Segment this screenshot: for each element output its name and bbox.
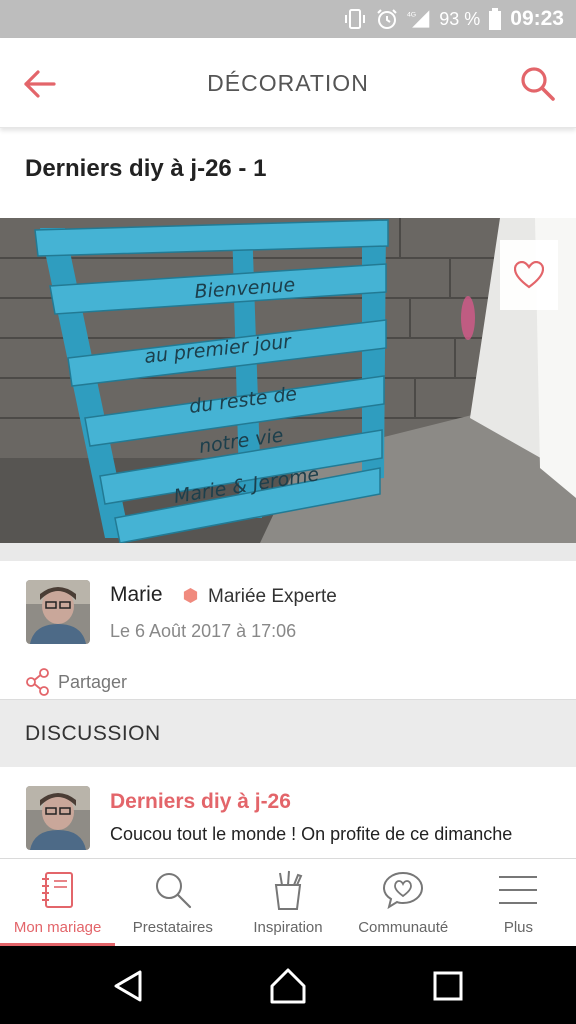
nav-item-communaute[interactable]: Communauté bbox=[346, 859, 461, 946]
nav-item-plus[interactable]: Plus bbox=[461, 859, 576, 946]
clock: 09:23 bbox=[510, 7, 564, 30]
android-nav-bar bbox=[0, 946, 576, 1024]
favorite-button[interactable] bbox=[500, 240, 558, 310]
discussion-item-snippet[interactable]: Coucou tout le monde ! On profite de ce … bbox=[110, 824, 560, 845]
avatar[interactable] bbox=[26, 580, 90, 644]
heart-outline-icon bbox=[514, 261, 544, 289]
post-date: Le 6 Août 2017 à 17:06 bbox=[110, 621, 297, 641]
page-title: DÉCORATION bbox=[207, 70, 369, 96]
discussion-avatar[interactable] bbox=[26, 786, 90, 850]
share-button[interactable]: Partager bbox=[26, 668, 127, 696]
svg-text:4G: 4G bbox=[407, 11, 416, 18]
pallet-photo-illustration: Bienvenue au premier jour du reste de no… bbox=[0, 218, 576, 543]
bottom-nav: Mon mariage Prestataires Inspiration Com… bbox=[0, 858, 576, 946]
section-title: DISCUSSION bbox=[25, 722, 161, 745]
share-label: Partager bbox=[58, 671, 128, 692]
menu-icon bbox=[499, 876, 538, 904]
nav-item-mon-mariage[interactable]: Mon mariage bbox=[0, 859, 116, 946]
vibrate-icon bbox=[345, 9, 366, 29]
discussion-item-title[interactable]: Derniers diy à j-26 bbox=[110, 790, 291, 814]
author-name[interactable]: Marie bbox=[110, 583, 163, 607]
author-badge: Mariée Experte bbox=[208, 586, 337, 607]
expert-badge-icon bbox=[183, 587, 198, 604]
back-triangle-icon[interactable] bbox=[108, 966, 148, 1006]
battery-icon bbox=[489, 8, 502, 30]
discussion-header: DISCUSSION bbox=[0, 699, 576, 767]
signal-icon: 4G bbox=[407, 10, 430, 28]
recents-icon[interactable] bbox=[428, 966, 468, 1006]
heart-bubble-icon bbox=[383, 871, 424, 910]
battery-level: 93 % bbox=[439, 8, 481, 29]
status-bar: 4G 93 % 09:23 bbox=[0, 0, 576, 38]
app-header: DÉCORATION bbox=[0, 38, 576, 128]
separator bbox=[0, 543, 576, 561]
brush-cup-icon bbox=[274, 870, 303, 910]
home-icon[interactable] bbox=[268, 966, 308, 1006]
nav-item-prestataires[interactable]: Prestataires bbox=[115, 859, 230, 946]
post-title: Derniers diy à j-26 - 1 bbox=[25, 155, 267, 182]
share-icon bbox=[26, 668, 49, 696]
search-icon[interactable] bbox=[518, 64, 558, 104]
notebook-icon bbox=[41, 872, 73, 908]
search-icon bbox=[155, 873, 191, 909]
post-photo[interactable]: Bienvenue au premier jour du reste de no… bbox=[0, 218, 576, 543]
alarm-icon bbox=[377, 9, 397, 29]
nav-item-inspiration[interactable]: Inspiration bbox=[230, 859, 345, 946]
